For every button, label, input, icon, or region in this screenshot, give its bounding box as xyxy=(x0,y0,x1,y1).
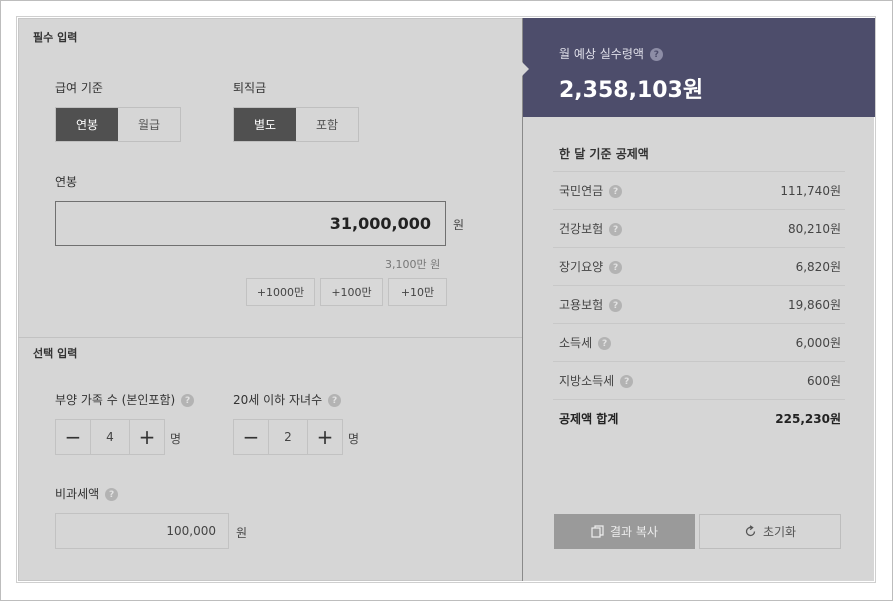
help-icon[interactable]: ? xyxy=(609,261,623,274)
deduction-name-cell: 장기요양? xyxy=(559,258,623,275)
children-label: 20세 이하 자녀수? xyxy=(233,391,342,408)
pay-basis-annual-option[interactable]: 연봉 xyxy=(56,108,118,141)
deduction-amount: 111,740원 xyxy=(780,184,841,198)
severance-toggle: 별도 포함 xyxy=(233,107,359,142)
salary-hint: 3,100만 원 xyxy=(385,258,441,271)
children-increment-button[interactable]: + xyxy=(308,420,342,454)
required-section-title: 필수 입력 xyxy=(33,31,78,44)
deduction-amount: 80,210원 xyxy=(787,222,841,236)
children-value[interactable]: 2 xyxy=(268,420,308,454)
deduction-name-cell: 고용보험? xyxy=(559,296,623,313)
deduction-name: 국민연금 xyxy=(559,184,604,198)
pointer-arrow xyxy=(522,62,529,76)
children-unit: 명 xyxy=(348,432,360,446)
deduction-row: 장기요양? 6,820원 xyxy=(553,247,845,285)
nontaxable-label-text: 비과세액 xyxy=(55,487,100,501)
deduction-row: 지방소득세? 600원 xyxy=(553,361,845,399)
deduction-name-cell: 지방소득세? xyxy=(559,372,634,389)
deduction-total-row: 공제액 합계 225,230원 xyxy=(553,399,845,437)
add-10m-button[interactable]: +1000만 xyxy=(246,278,315,306)
reset-button[interactable]: 초기화 xyxy=(699,514,841,549)
dependents-increment-button[interactable]: + xyxy=(130,420,164,454)
help-icon[interactable]: ? xyxy=(105,488,119,501)
deduction-total-amount: 225,230원 xyxy=(775,412,841,426)
refresh-icon xyxy=(745,525,756,537)
nontaxable-label: 비과세액? xyxy=(55,485,119,502)
salary-input[interactable]: 31,000,000 xyxy=(55,201,446,246)
pay-basis-monthly-option[interactable]: 월급 xyxy=(118,108,180,141)
deduction-name: 장기요양 xyxy=(559,260,604,274)
help-icon[interactable]: ? xyxy=(181,394,195,407)
severance-separate-option[interactable]: 별도 xyxy=(234,108,296,141)
optional-section-title: 선택 입력 xyxy=(33,347,78,360)
help-icon[interactable]: ? xyxy=(609,299,623,312)
deduction-name: 지방소득세 xyxy=(559,374,615,388)
help-icon[interactable]: ? xyxy=(598,337,612,350)
deduction-amount: 6,820원 xyxy=(795,260,841,274)
reset-label: 초기화 xyxy=(762,525,797,539)
deduction-amount: 19,860원 xyxy=(787,298,841,312)
children-stepper: − 2 + xyxy=(233,419,343,455)
help-icon[interactable]: ? xyxy=(649,48,663,61)
dependents-label-text: 부양 가족 수 (본인포함) xyxy=(55,393,176,407)
pay-basis-label: 급여 기준 xyxy=(55,81,103,95)
deduction-name: 건강보험 xyxy=(559,222,604,236)
nontaxable-unit: 원 xyxy=(236,526,248,540)
net-pay-box: 월 예상 실수령액? 2,358,103원 xyxy=(522,18,875,117)
help-icon[interactable]: ? xyxy=(328,394,342,407)
dependents-unit: 명 xyxy=(170,432,182,446)
deduction-row: 소득세? 6,000원 xyxy=(553,323,845,361)
add-1m-button[interactable]: +100만 xyxy=(320,278,383,306)
copy-result-button[interactable]: 결과 복사 xyxy=(554,514,695,549)
severance-included-option[interactable]: 포함 xyxy=(296,108,358,141)
deduction-row: 건강보험? 80,210원 xyxy=(553,209,845,247)
net-pay-value: 2,358,103원 xyxy=(559,78,704,103)
deductions-title: 한 달 기준 공제액 xyxy=(559,147,649,161)
children-label-text: 20세 이하 자녀수 xyxy=(233,393,323,407)
help-icon[interactable]: ? xyxy=(620,375,634,388)
net-pay-label: 월 예상 실수령액? xyxy=(559,45,663,62)
add-100k-button[interactable]: +10만 xyxy=(388,278,447,306)
copy-result-label: 결과 복사 xyxy=(610,525,658,539)
deduction-name: 고용보험 xyxy=(559,298,604,312)
help-icon[interactable]: ? xyxy=(609,223,623,236)
dependents-stepper: − 4 + xyxy=(55,419,165,455)
dependents-label: 부양 가족 수 (본인포함)? xyxy=(55,391,195,408)
copy-icon xyxy=(591,525,604,538)
deduction-name-cell: 국민연금? xyxy=(559,182,623,199)
deduction-row: 고용보험? 19,860원 xyxy=(553,285,845,323)
deduction-amount: 6,000원 xyxy=(795,336,841,350)
dependents-decrement-button[interactable]: − xyxy=(56,420,90,454)
result-panel: 월 예상 실수령액? 2,358,103원 한 달 기준 공제액 국민연금? 1… xyxy=(522,18,875,581)
section-divider xyxy=(18,337,523,338)
deduction-name: 소득세 xyxy=(559,336,593,350)
help-icon[interactable]: ? xyxy=(609,185,623,198)
deduction-total-name: 공제액 합계 xyxy=(559,412,619,426)
salary-label: 연봉 xyxy=(55,175,78,189)
salary-unit: 원 xyxy=(453,218,465,232)
deduction-name-cell: 소득세? xyxy=(559,334,612,351)
dependents-value[interactable]: 4 xyxy=(90,420,130,454)
children-decrement-button[interactable]: − xyxy=(234,420,268,454)
severance-label: 퇴직금 xyxy=(233,81,267,95)
pay-basis-toggle: 연봉 월급 xyxy=(55,107,181,142)
net-pay-label-text: 월 예상 실수령액 xyxy=(559,47,644,61)
deduction-name-cell: 건강보험? xyxy=(559,220,623,237)
deduction-row: 국민연금? 111,740원 xyxy=(553,171,845,209)
deduction-amount: 600원 xyxy=(807,374,841,388)
nontaxable-input[interactable]: 100,000 xyxy=(55,513,229,549)
